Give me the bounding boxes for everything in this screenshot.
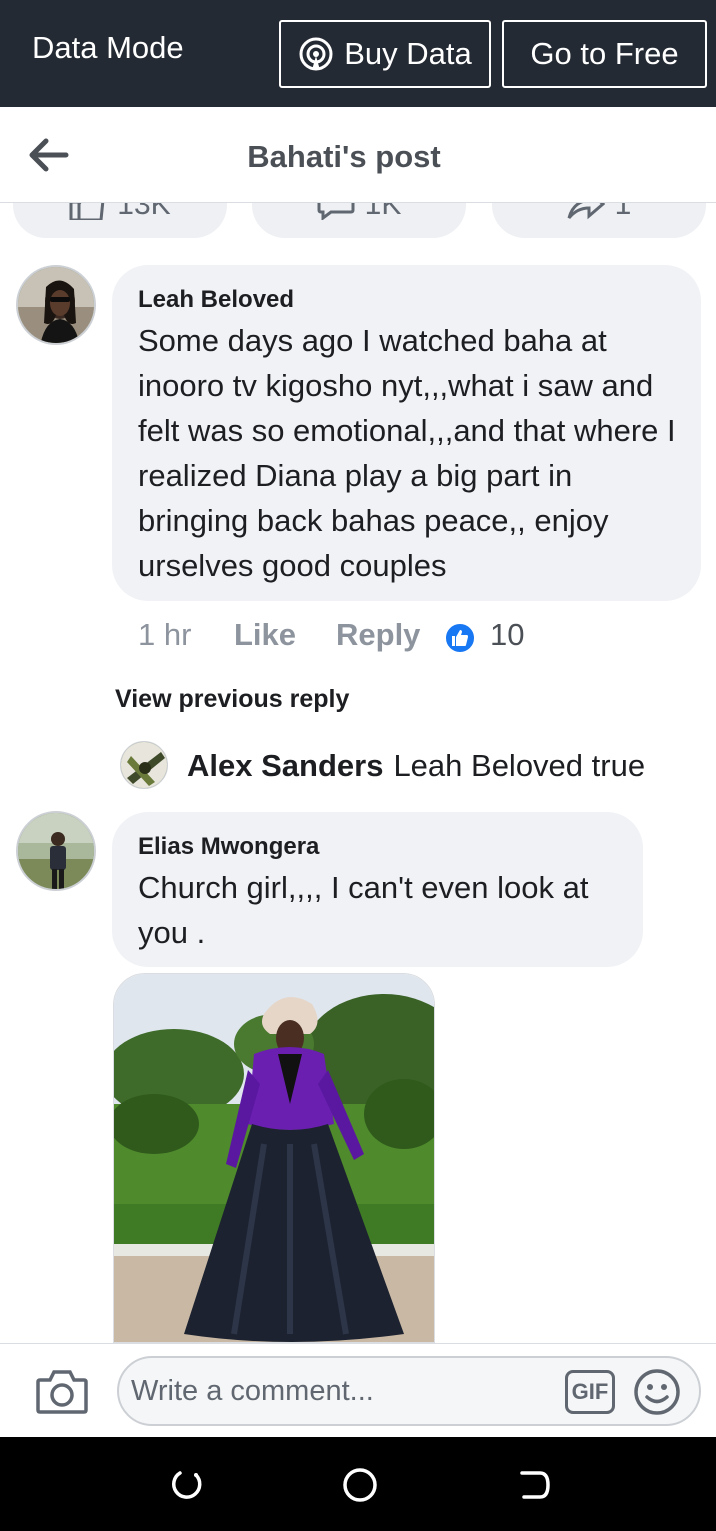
go-to-free-label: Go to Free: [530, 36, 679, 71]
go-to-free-button[interactable]: Go to Free: [502, 20, 707, 88]
comment-photo[interactable]: [113, 973, 435, 1343]
emoji-icon[interactable]: [633, 1368, 681, 1416]
share-pill[interactable]: 1: [492, 203, 706, 238]
comment-pill[interactable]: 1K: [252, 203, 466, 238]
reply-author[interactable]: Alex Sanders: [187, 748, 383, 783]
reply-item[interactable]: Alex Sanders Leah Beloved true: [187, 748, 645, 784]
comment-author[interactable]: Leah Beloved: [138, 286, 294, 314]
share-arrow-icon: [567, 203, 605, 220]
comment-count: 1K: [364, 203, 402, 221]
profile-photo: [18, 267, 94, 343]
avatar-alex-sanders[interactable]: [120, 741, 168, 789]
broadcast-icon: [299, 37, 333, 71]
buy-data-label: Buy Data: [344, 36, 472, 71]
thumbs-up-icon: [452, 630, 468, 646]
post-header: Bahati's post: [0, 107, 716, 203]
page-title: Bahati's post: [247, 139, 441, 174]
comment-box: GIF: [117, 1356, 701, 1426]
reply-text: Leah Beloved true: [393, 748, 646, 783]
reply-button[interactable]: Reply: [336, 617, 420, 653]
like-count: 13K: [117, 203, 171, 221]
comment-composer: GIF: [0, 1343, 716, 1437]
avatar-leah-beloved[interactable]: [16, 265, 96, 345]
comment-text: Church girl,,,, I can't even look at you…: [138, 870, 589, 950]
thumbs-up-icon: [69, 203, 105, 220]
gif-button[interactable]: GIF: [565, 1370, 615, 1414]
reaction-bar: 13K 1K 1: [0, 203, 716, 243]
photo-image: [114, 974, 434, 1342]
data-mode-bar: Data Mode Buy Data Go to Free: [0, 0, 716, 107]
comment-input[interactable]: [131, 1358, 561, 1424]
comment-bubble-icon: [317, 203, 355, 220]
profile-photo: [121, 742, 167, 788]
like-pill[interactable]: 13K: [13, 203, 227, 238]
data-mode-label: Data Mode: [32, 30, 184, 65]
buy-data-button[interactable]: Buy Data: [279, 20, 491, 88]
like-reaction-icon[interactable]: [444, 622, 476, 654]
comment-author[interactable]: Elias Mwongera: [138, 833, 319, 861]
comment-time: 1 hr: [138, 617, 192, 652]
recent-apps-icon[interactable]: [168, 1467, 204, 1503]
like-button[interactable]: Like: [234, 617, 296, 653]
back-nav-icon[interactable]: [516, 1467, 552, 1503]
camera-icon[interactable]: [36, 1368, 88, 1414]
system-navigation-bar: [0, 1437, 716, 1531]
reaction-count[interactable]: 10: [490, 617, 524, 653]
profile-photo: [18, 813, 94, 889]
view-previous-reply-link[interactable]: View previous reply: [115, 685, 349, 714]
home-icon[interactable]: [342, 1467, 378, 1503]
share-count: 1: [614, 203, 632, 221]
avatar-elias-mwongera[interactable]: [16, 811, 96, 891]
comment-text: Some days ago I watched baha at inooro t…: [138, 323, 676, 583]
